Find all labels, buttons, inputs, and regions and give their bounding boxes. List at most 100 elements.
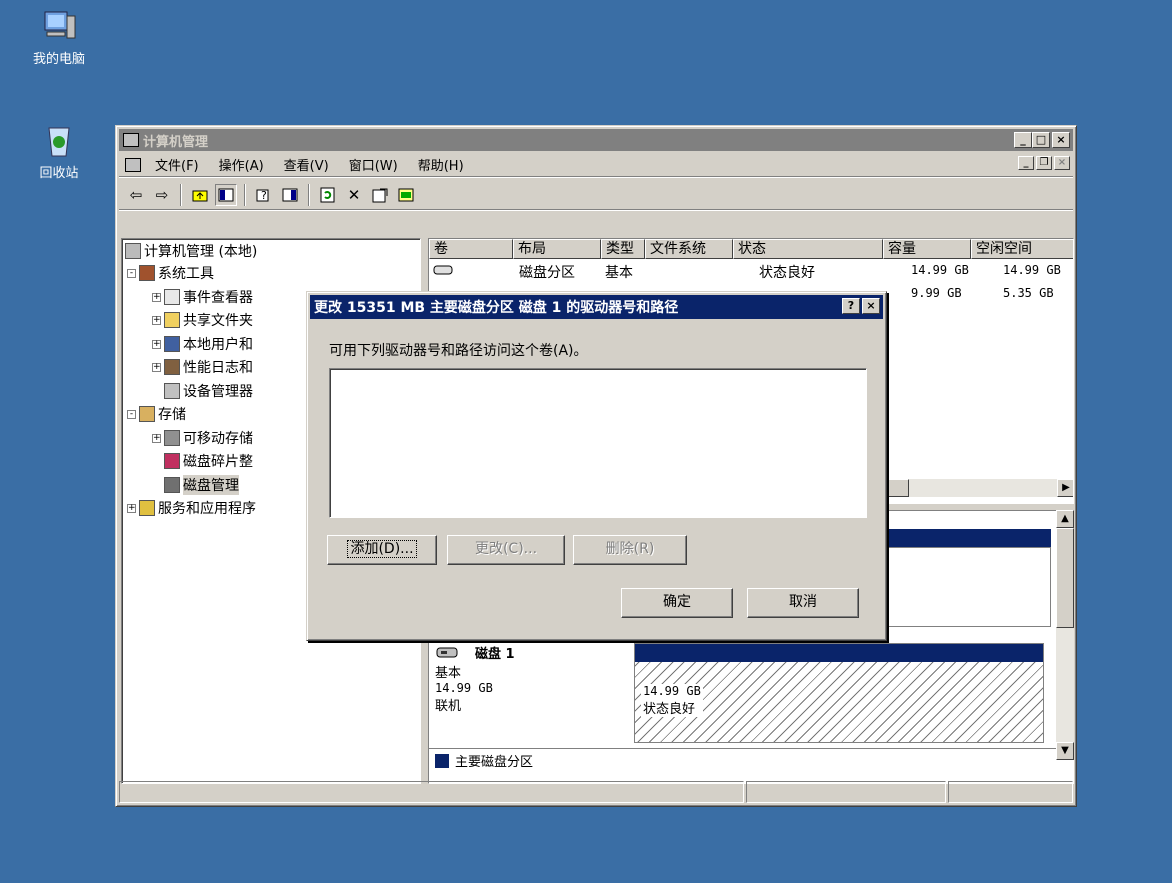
tree-item-local-users[interactable]: + 本地用户和 [152, 334, 253, 354]
tree-item-label: 磁盘管理 [183, 475, 239, 495]
tree-item-performance-logs[interactable]: + 性能日志和 [152, 357, 253, 377]
back-icon[interactable]: ⇦ [125, 184, 147, 206]
refresh-icon[interactable] [317, 184, 339, 206]
tree-item-label: 磁盘碎片整 [183, 454, 253, 470]
tree-item-disk-management[interactable]: 磁盘管理 [164, 475, 239, 495]
scroll-thumb[interactable] [1056, 528, 1074, 628]
menu-file[interactable]: 文件(F) [145, 155, 209, 174]
performance-icon [164, 359, 180, 375]
computer-icon [125, 243, 141, 259]
properties-pane-icon[interactable] [279, 184, 301, 206]
expand-icon[interactable]: + [127, 503, 136, 513]
mdi-close-button[interactable]: × [1054, 156, 1070, 170]
vertical-scrollbar[interactable]: ▲ ▼ [1056, 510, 1074, 760]
status-pane [746, 781, 946, 803]
tree-item-storage[interactable]: - 存储 [127, 404, 186, 424]
expand-icon[interactable]: + [152, 339, 161, 349]
change-drive-letter-dialog: 更改 15351 MB 主要磁盘分区 磁盘 1 的驱动器号和路径 ? × 可用下… [306, 291, 887, 641]
column-header-free-space[interactable]: 空闲空间 [971, 239, 1073, 259]
partition-bar [635, 644, 1043, 662]
mdi-minimize-button[interactable]: _ [1018, 156, 1034, 170]
cell-capacity: 9.99 GB [911, 286, 962, 300]
tree-item-label: 设备管理器 [183, 384, 253, 400]
scroll-up-button[interactable]: ▲ [1056, 510, 1074, 528]
expand-icon[interactable]: + [152, 292, 161, 302]
cancel-button[interactable]: 取消 [747, 588, 859, 618]
tree-item-defrag[interactable]: 磁盘碎片整 [164, 451, 253, 471]
status-pane [948, 781, 1073, 803]
services-icon [139, 500, 155, 516]
tools-icon [139, 265, 155, 281]
disk-state: 联机 [435, 699, 462, 714]
close-button[interactable]: × [1052, 132, 1070, 148]
drive-path-listbox[interactable] [329, 368, 867, 518]
tree-item-device-manager[interactable]: 设备管理器 [164, 381, 253, 401]
help-icon[interactable]: ? [253, 184, 275, 206]
partition-block[interactable]: 14.99 GB 状态良好 [634, 643, 1044, 743]
tree-item-removable-storage[interactable]: + 可移动存储 [152, 428, 253, 448]
expand-icon[interactable]: + [152, 362, 161, 372]
desktop-icon-label: 我的电脑 [32, 52, 85, 67]
toolbar-separator [308, 183, 310, 206]
tree-item-event-viewer[interactable]: + 事件查看器 [152, 287, 253, 307]
tree-item-label: 事件查看器 [183, 290, 253, 306]
column-header-capacity[interactable]: 容量 [883, 239, 971, 259]
collapse-icon[interactable]: - [127, 409, 136, 419]
column-header-status[interactable]: 状态 [733, 239, 883, 259]
forward-icon[interactable]: ⇨ [151, 184, 173, 206]
menu-window[interactable]: 窗口(W) [339, 155, 408, 174]
mdi-icon[interactable] [125, 157, 141, 172]
window-titlebar[interactable]: 计算机管理 _ □ × [119, 129, 1073, 151]
shared-folder-icon [164, 312, 180, 328]
tree-item-label: 系统工具 [158, 266, 214, 282]
menu-view[interactable]: 查看(V) [274, 155, 339, 174]
up-icon[interactable] [189, 184, 211, 206]
disk-name: 磁盘 1 [475, 647, 515, 662]
ok-button[interactable]: 确定 [621, 588, 733, 618]
partition-block-top[interactable] [879, 547, 1051, 627]
desktop-icon-recycle-bin[interactable]: 回收站 [14, 122, 104, 181]
mdi-restore-button[interactable]: ❐ [1036, 156, 1052, 170]
tree-item-label: 本地用户和 [183, 337, 253, 353]
tree-item-system-tools[interactable]: - 系统工具 [127, 263, 214, 283]
show-tree-icon[interactable] [215, 183, 237, 206]
tree-item-services[interactable]: + 服务和应用程序 [127, 498, 256, 518]
desktop-icon-label: 回收站 [39, 166, 79, 181]
menu-help[interactable]: 帮助(H) [408, 155, 474, 174]
delete-icon[interactable]: ✕ [343, 184, 365, 206]
column-header-volume[interactable]: 卷 [429, 239, 513, 259]
scroll-right-button[interactable]: ▶ [1057, 479, 1073, 497]
cell-type: 基本 [605, 265, 633, 281]
dialog-close-button[interactable]: × [862, 298, 880, 314]
change-button[interactable]: 更改(C)... [447, 535, 565, 565]
help-button[interactable]: ? [842, 298, 860, 314]
legend-label: 主要磁盘分区 [455, 755, 534, 770]
my-computer-icon [41, 8, 77, 44]
collapse-icon[interactable]: - [127, 268, 136, 278]
expand-icon[interactable]: + [152, 433, 161, 443]
column-header-layout[interactable]: 布局 [513, 239, 601, 259]
scroll-down-button[interactable]: ▼ [1056, 742, 1074, 760]
disk-label-panel[interactable]: 磁盘 1 基本 14.99 GB 联机 [435, 643, 623, 743]
minimize-button[interactable]: _ [1014, 132, 1032, 148]
tree-item-label: 可移动存储 [183, 431, 253, 447]
column-header-type[interactable]: 类型 [601, 239, 645, 259]
disk-size: 14.99 GB [435, 681, 493, 695]
menu-action[interactable]: 操作(A) [209, 155, 274, 174]
add-button[interactable]: 添加(D)... [327, 535, 437, 565]
disk-type: 基本 [435, 666, 462, 681]
status-bar [119, 781, 1073, 803]
export-icon[interactable] [395, 184, 417, 206]
tree-item-shared-folders[interactable]: + 共享文件夹 [152, 310, 253, 330]
expand-icon[interactable]: + [152, 315, 161, 325]
maximize-button[interactable]: □ [1032, 132, 1050, 148]
remove-button[interactable]: 删除(R) [573, 535, 687, 565]
cell-status: 状态良好 [759, 265, 815, 281]
dialog-titlebar[interactable]: 更改 15351 MB 主要磁盘分区 磁盘 1 的驱动器号和路径 ? × [310, 295, 883, 319]
tree-item-root[interactable]: 计算机管理 (本地) [125, 241, 257, 261]
properties-icon[interactable] [369, 184, 391, 206]
column-header-filesystem[interactable]: 文件系统 [645, 239, 733, 259]
disk-drive-icon [436, 647, 458, 657]
removable-storage-icon [164, 430, 180, 446]
desktop-icon-my-computer[interactable]: 我的电脑 [14, 8, 104, 67]
